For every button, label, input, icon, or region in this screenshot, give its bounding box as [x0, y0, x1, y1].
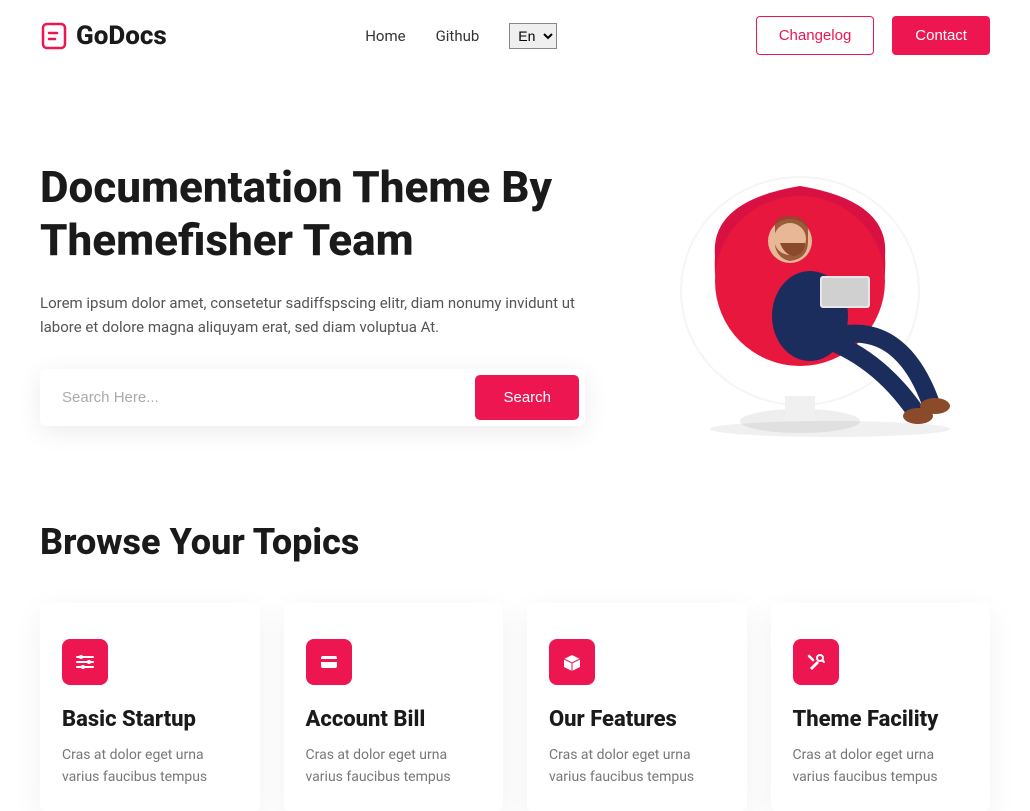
topics-section: Browse Your Topics Basic Startup Cras at…	[0, 481, 1030, 811]
contact-button[interactable]: Contact	[892, 16, 990, 55]
logo-icon	[40, 22, 68, 50]
topic-card-basic-startup[interactable]: Basic Startup Cras at dolor eget urna va…	[40, 603, 260, 811]
changelog-button[interactable]: Changelog	[756, 16, 875, 55]
topic-title: Account Bill	[306, 707, 482, 732]
topic-desc: Cras at dolor eget urna varius faucibus …	[549, 744, 725, 789]
hero-text: Documentation Theme By Themefisher Team …	[40, 161, 620, 441]
nav-github[interactable]: Github	[436, 27, 480, 45]
lang-select[interactable]: En	[509, 23, 557, 49]
header: GoDocs Home Github En Changelog Contact	[0, 0, 1030, 71]
nav: Home Github En	[365, 23, 557, 49]
topic-title: Basic Startup	[62, 707, 238, 732]
header-buttons: Changelog Contact	[756, 16, 990, 55]
hero: Documentation Theme By Themefisher Team …	[0, 71, 1030, 481]
brand-name: GoDocs	[76, 21, 167, 51]
topics-heading: Browse Your Topics	[40, 521, 990, 563]
logo[interactable]: GoDocs	[40, 21, 167, 51]
topic-card-our-features[interactable]: Our Features Cras at dolor eget urna var…	[527, 603, 747, 811]
search-input[interactable]	[46, 375, 475, 420]
card-icon	[306, 639, 352, 685]
topic-desc: Cras at dolor eget urna varius faucibus …	[793, 744, 969, 789]
hero-illustration	[660, 161, 970, 441]
topic-title: Theme Facility	[793, 707, 969, 732]
nav-home[interactable]: Home	[365, 27, 405, 45]
box-icon	[549, 639, 595, 685]
topic-card-theme-facility[interactable]: Theme Facility Cras at dolor eget urna v…	[771, 603, 991, 811]
hero-title: Documentation Theme By Themefisher Team	[40, 161, 620, 267]
sliders-icon	[62, 639, 108, 685]
topic-card-account-bill[interactable]: Account Bill Cras at dolor eget urna var…	[284, 603, 504, 811]
tools-icon	[793, 639, 839, 685]
topic-desc: Cras at dolor eget urna varius faucibus …	[62, 744, 238, 789]
topic-grid: Basic Startup Cras at dolor eget urna va…	[40, 603, 990, 811]
search-button[interactable]: Search	[475, 375, 579, 420]
search-wrap: Search	[40, 369, 585, 426]
topic-title: Our Features	[549, 707, 725, 732]
topic-desc: Cras at dolor eget urna varius faucibus …	[306, 744, 482, 789]
hero-desc: Lorem ipsum dolor amet, consetetur sadif…	[40, 291, 580, 339]
